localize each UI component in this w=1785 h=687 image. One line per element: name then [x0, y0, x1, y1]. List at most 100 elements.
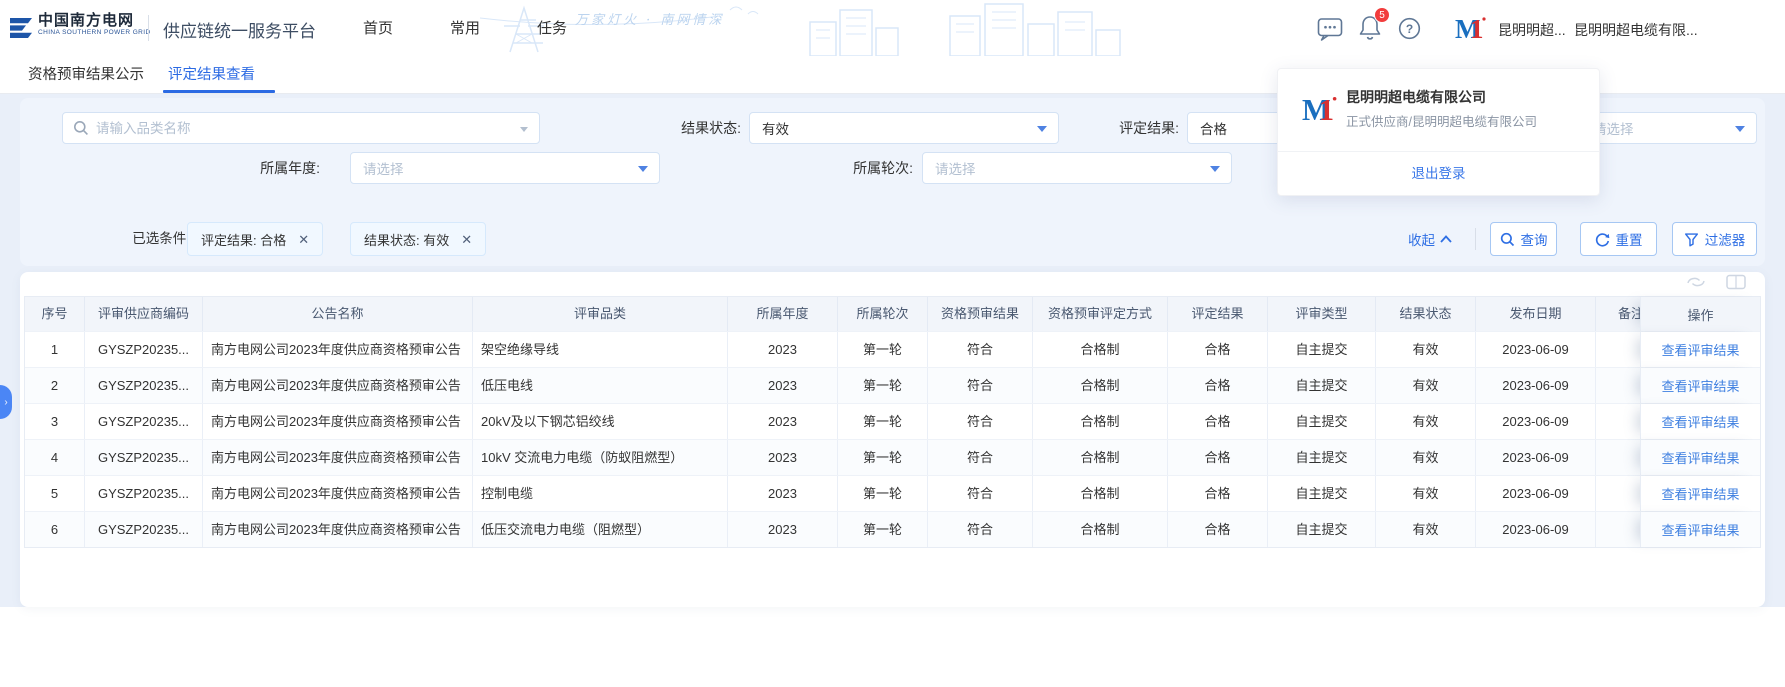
funnel-icon: [1684, 232, 1699, 247]
cell-publish_date: 2023-06-09: [1476, 368, 1596, 403]
nav-home[interactable]: 首页: [363, 17, 393, 38]
year-select[interactable]: 请选择: [350, 152, 660, 184]
category-search-select[interactable]: [62, 112, 540, 144]
cell-round: 第一轮: [838, 512, 928, 547]
refresh-icon: [1595, 232, 1610, 247]
cell-no: 3: [25, 404, 85, 439]
csg-logo-icon: [8, 15, 34, 41]
cell-round: 第一轮: [838, 440, 928, 475]
cell-supplier_code: GYSZP20235...: [85, 404, 203, 439]
table-body: 1GYSZP20235...南方电网公司2023年度供应商资格预审公告架空绝缘导…: [25, 331, 1760, 547]
user-name-short[interactable]: 昆明明超...: [1498, 20, 1566, 40]
view-review-result-link[interactable]: 查看评审结果: [1661, 340, 1739, 359]
popup-user-role: 正式供应商/昆明明超电缆有限公司: [1346, 111, 1537, 130]
cell-publish_date: 2023-06-09: [1476, 332, 1596, 367]
cell-publish_date: 2023-06-09: [1476, 512, 1596, 547]
tab-prequalification-results[interactable]: 资格预审结果公示: [28, 57, 144, 93]
cell-year: 2023: [728, 440, 838, 475]
cell-supplier_code: GYSZP20235...: [85, 332, 203, 367]
query-button[interactable]: 查询: [1490, 222, 1557, 256]
app-header: 万家灯火 · 南网情深 中国南方电网 CHINA SOUTHERN POWER …: [0, 0, 1785, 57]
cell-year: 2023: [728, 512, 838, 547]
company-logo-m[interactable]: M 1: [1455, 14, 1487, 44]
search-icon: [73, 120, 89, 136]
chip-text: 结果状态: 有效: [364, 230, 449, 249]
view-review-result-link[interactable]: 查看评审结果: [1661, 520, 1739, 539]
nav-tasks[interactable]: 任务: [537, 17, 567, 38]
nav-frequent[interactable]: 常用: [450, 17, 480, 38]
round-label: 所属轮次:: [808, 152, 913, 184]
cell-action: 查看评审结果: [1640, 476, 1760, 511]
reset-button[interactable]: 重置: [1580, 222, 1657, 256]
cell-category: 低压电线: [473, 368, 728, 403]
cell-no: 6: [25, 512, 85, 547]
view-review-result-link[interactable]: 查看评审结果: [1661, 448, 1739, 467]
cell-prequal_result: 符合: [928, 368, 1033, 403]
chip-text: 评定结果: 合格: [201, 230, 286, 249]
cell-prequal_method: 合格制: [1033, 404, 1168, 439]
cell-status: 有效: [1376, 332, 1476, 367]
chip-close-icon[interactable]: ✕: [298, 233, 309, 246]
result-status-select[interactable]: 有效: [749, 112, 1059, 144]
notification-badge: 5: [1374, 7, 1390, 23]
cell-review_type: 自主提交: [1268, 440, 1376, 475]
logout-button[interactable]: 退出登录: [1278, 152, 1599, 196]
cell-notice: 南方电网公司2023年度供应商资格预审公告: [203, 404, 473, 439]
category-search-input[interactable]: [96, 121, 513, 136]
cell-publish_date: 2023-06-09: [1476, 440, 1596, 475]
cell-category: 架空绝缘导线: [473, 332, 728, 367]
extra-filter-select[interactable]: 请选择: [1580, 112, 1757, 144]
refresh-table-icon[interactable]: [1685, 274, 1707, 290]
cell-notice: 南方电网公司2023年度供应商资格预审公告: [203, 476, 473, 511]
cell-action: 查看评审结果: [1640, 332, 1760, 367]
table-row: 4GYSZP20235...南方电网公司2023年度供应商资格预审公告10kV …: [25, 439, 1760, 475]
cell-category: 20kV及以下钢芯铝绞线: [473, 404, 728, 439]
cell-status: 有效: [1376, 476, 1476, 511]
cell-eval_result: 合格: [1168, 512, 1268, 547]
col-round: 所属轮次: [838, 297, 928, 331]
cell-review_type: 自主提交: [1268, 368, 1376, 403]
col-review_type: 评审类型: [1268, 297, 1376, 331]
cell-year: 2023: [728, 476, 838, 511]
cell-status: 有效: [1376, 368, 1476, 403]
cell-no: 1: [25, 332, 85, 367]
cell-notice: 南方电网公司2023年度供应商资格预审公告: [203, 368, 473, 403]
collapse-toggle[interactable]: 收起: [1408, 222, 1452, 256]
message-icon[interactable]: [1317, 17, 1344, 42]
table-row: 1GYSZP20235...南方电网公司2023年度供应商资格预审公告架空绝缘导…: [25, 331, 1760, 367]
cell-supplier_code: GYSZP20235...: [85, 476, 203, 511]
svg-text:1: 1: [1470, 14, 1484, 44]
col-prequal_method: 资格预审评定方式: [1033, 297, 1168, 331]
col-year: 所属年度: [728, 297, 838, 331]
round-select[interactable]: 请选择: [922, 152, 1232, 184]
view-review-result-link[interactable]: 查看评审结果: [1661, 376, 1739, 395]
cell-round: 第一轮: [838, 332, 928, 367]
table-card: 序号评审供应商编码公告名称评审品类所属年度所属轮次资格预审结果资格预审评定方式评…: [20, 272, 1765, 607]
view-review-result-link[interactable]: 查看评审结果: [1661, 412, 1739, 431]
col-eval_result: 评定结果: [1168, 297, 1268, 331]
cell-status: 有效: [1376, 404, 1476, 439]
chip-close-icon[interactable]: ✕: [461, 233, 472, 246]
tab-evaluation-results[interactable]: 评定结果查看: [168, 57, 255, 93]
table-row: 2GYSZP20235...南方电网公司2023年度供应商资格预审公告低压电线2…: [25, 367, 1760, 403]
help-icon[interactable]: ?: [1398, 17, 1421, 40]
cell-review_type: 自主提交: [1268, 332, 1376, 367]
cell-prequal_method: 合格制: [1033, 368, 1168, 403]
cell-review_type: 自主提交: [1268, 512, 1376, 547]
cell-year: 2023: [728, 368, 838, 403]
platform-title: 供应链统一服务平台: [163, 17, 316, 42]
cell-year: 2023: [728, 332, 838, 367]
cell-action: 查看评审结果: [1640, 440, 1760, 475]
cell-prequal_result: 符合: [928, 512, 1033, 547]
brand-name-en: CHINA SOUTHERN POWER GRID: [38, 29, 151, 36]
view-review-result-link[interactable]: 查看评审结果: [1661, 484, 1739, 503]
table-row: 3GYSZP20235...南方电网公司2023年度供应商资格预审公告20kV及…: [25, 403, 1760, 439]
chevron-down-icon: [1210, 166, 1220, 172]
column-settings-icon[interactable]: [1725, 274, 1747, 290]
svg-text:?: ?: [1406, 22, 1413, 36]
filter-button[interactable]: 过滤器: [1672, 222, 1757, 256]
cell-prequal_method: 合格制: [1033, 512, 1168, 547]
chevron-up-icon: [1440, 235, 1452, 243]
cell-no: 5: [25, 476, 85, 511]
company-name-short[interactable]: 昆明明超电缆有限...: [1574, 20, 1698, 40]
